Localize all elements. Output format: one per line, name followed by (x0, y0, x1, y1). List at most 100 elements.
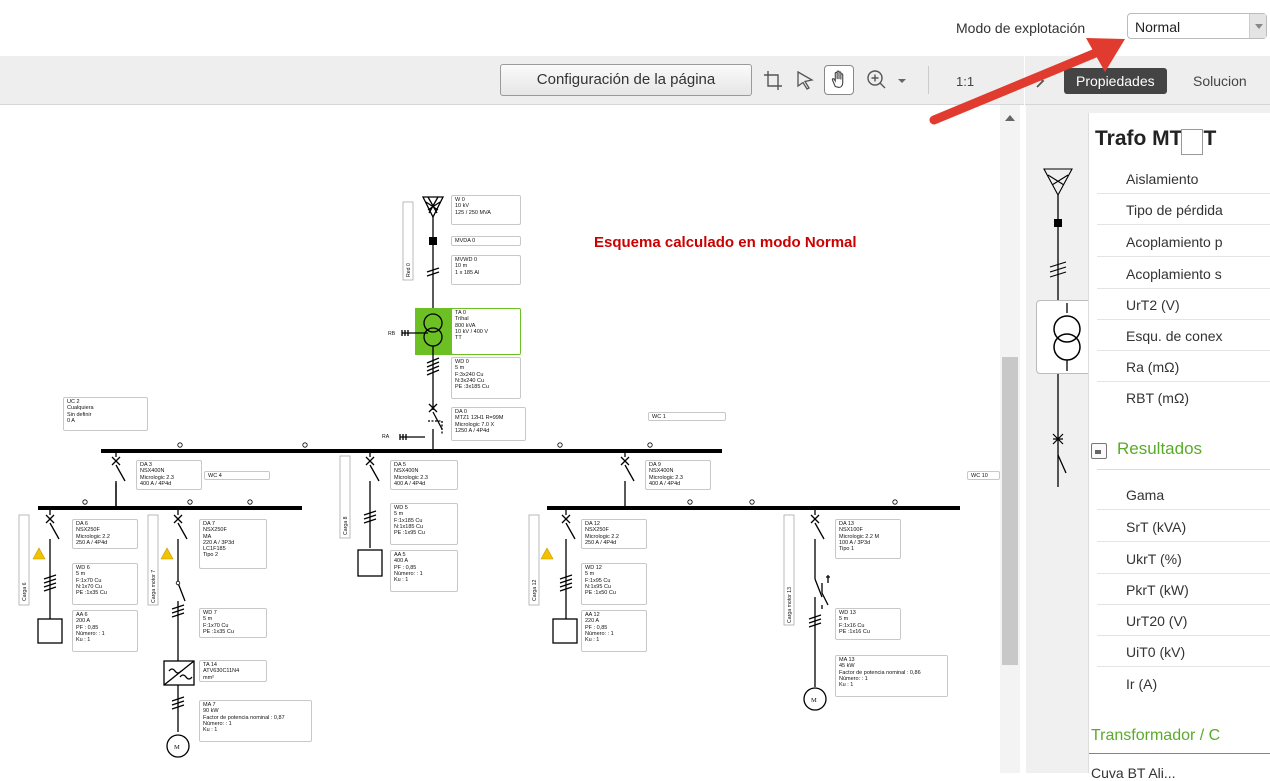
select-pointer-icon[interactable] (790, 65, 820, 95)
warning-icon[interactable] (160, 547, 174, 560)
label-wc1[interactable]: WC 1 (648, 412, 726, 421)
chevron-down-icon[interactable] (1249, 14, 1266, 38)
label-da12[interactable]: DA 12 NSX250F Micrologic 2.2 250 A / 4P4d (581, 519, 647, 549)
load-aa5-icon[interactable] (357, 549, 383, 577)
label-line: WC 4 (208, 473, 222, 479)
label-line: Ku : 1 (76, 637, 91, 644)
label-wd6[interactable]: WD 65 m F:1x70 Cu N:1x70 Cu PE :1x35 Cu (72, 563, 138, 605)
label-line: Ku : 1 (585, 637, 600, 644)
label-line: 400 A / 4P4d (394, 480, 426, 487)
section-transformador[interactable]: Transformador / C (1091, 727, 1220, 745)
grid-source-icon[interactable] (421, 196, 445, 219)
result-ir: Ir (A) (1126, 676, 1158, 692)
schematic-canvas[interactable]: .ln{stroke:#000;stroke-width:1.3;fill:no… (0, 105, 1000, 773)
prop-acoplamiento-p: Acoplamiento p (1126, 234, 1223, 250)
label-line: 1 x 185 Al (455, 269, 480, 276)
label-wd5[interactable]: WD 55 m F:1x185 Cu N:1x185 Cu PE :1x95 Cu (390, 503, 458, 545)
motor-ma7-label: M (174, 744, 180, 751)
feeder-da9-breaker-icon[interactable] (620, 451, 635, 508)
label-line: PE :1x35 Cu (76, 590, 107, 597)
result-pkrt: PkrT (kW) (1126, 582, 1189, 598)
ra-label: RA (382, 434, 390, 440)
label-line: TT (455, 335, 462, 342)
label-ta14[interactable]: TA 14 ATV630C11N4 mm² (199, 660, 267, 682)
zoom-menu-chevron-icon[interactable] (894, 65, 910, 95)
load-aa12-icon[interactable] (552, 618, 578, 644)
annotation-arrow-icon (929, 38, 1125, 125)
carga6-label: Carga 6 (22, 582, 28, 601)
section-cuva-bt[interactable]: Cuva BT Ali... (1091, 765, 1176, 781)
mode-message: Esquema calculado en modo Normal (594, 234, 857, 251)
label-da6[interactable]: DA 6 NSX250F Micrologic 2.2 250 A / 4P4d (72, 519, 138, 549)
label-uc2[interactable]: UC 2 Cualquiera Sin definir 0 A (63, 397, 148, 431)
prop-urt2: UrT2 (V) (1126, 297, 1180, 313)
cargamotor13-label: Carga motor 13 (787, 587, 793, 623)
operation-mode-value: Normal (1135, 19, 1181, 35)
title-input[interactable] (1181, 129, 1203, 155)
label-da5[interactable]: DA 5 NSX400N Micrologic 2.3 400 A / 4P4d (390, 460, 458, 490)
label-ta0[interactable]: TA 0 Trihal 800 kVA 10 kV / 400 V TT (451, 308, 521, 355)
label-line: Ku : 1 (394, 577, 409, 584)
result-ukrt: UkrT (%) (1126, 551, 1182, 567)
label-wd13[interactable]: WD 13 5 m F:1x16 Cu PE :1x16 Cu (835, 608, 901, 640)
label-line: mm² (203, 674, 214, 681)
label-da13[interactable]: DA 13 NSX100F Micrologic 2.2 M 100 A / 3P3d… (835, 519, 901, 559)
scrollbar-thumb[interactable] (1002, 357, 1018, 665)
lock-icon[interactable] (1091, 443, 1107, 459)
carga12-label: Carga 12 (532, 580, 538, 601)
carga8-label: Carga 8 (343, 516, 349, 535)
label-line: PE :1x16 Cu (839, 628, 870, 635)
label-aa12[interactable]: AA 12 220 A PF : 0,85 Número: : 1 Ku : 1 (581, 610, 647, 652)
load-aa6-icon[interactable] (37, 618, 63, 644)
label-wc4[interactable]: WC 4 (204, 471, 270, 480)
result-urt20: UrT20 (V) (1126, 613, 1188, 629)
diagram-toolbar: Configuración de la página 1:1 (0, 56, 1024, 105)
label-line: 250 A / 4P4d (76, 539, 108, 546)
label-ma7[interactable]: MA 7 90 kW Factor de potencia nominal : 0,… (199, 700, 312, 742)
feeder-da6-breaker-icon[interactable] (45, 508, 60, 619)
feeder-da3-breaker-icon[interactable] (111, 451, 126, 508)
label-da9[interactable]: DA 9 NSX400N Micrologic 2.3 400 A / 4P4d (645, 460, 711, 490)
result-uit0: UiT0 (kV) (1126, 644, 1186, 660)
prop-aislamiento: Aislamiento (1126, 171, 1199, 187)
motor-ma13-label: M (811, 697, 817, 704)
warning-icon[interactable] (540, 547, 554, 560)
label-ma13[interactable]: MA 13 45 kW Factor de potencia nominal : 0… (835, 655, 948, 697)
section-divider (1089, 753, 1270, 754)
label-da7[interactable]: DA 7 NSX250F MA 220 A / 3P3d LC1F185 Tipo 2 (199, 519, 267, 569)
label-mvwd0[interactable]: MVWD 0 10 m1 x 185 Al (451, 255, 521, 285)
prop-acoplamiento-s: Acoplamiento s (1126, 266, 1222, 282)
operation-mode-select[interactable]: Normal (1127, 13, 1267, 39)
label-wd0[interactable]: WD 05 m F:3x240 Cu N:3x240 Cu PE :3x185 Cu (451, 357, 521, 399)
label-line: 400 A / 4P4d (140, 480, 172, 487)
label-mvda0[interactable]: MVDA 0 (451, 236, 521, 246)
page-config-button[interactable]: Configuración de la página (500, 64, 752, 96)
label-line: 250 A / 4P4d (585, 539, 617, 546)
label-aa5[interactable]: AA 5 400 A PF : 0,85 Número: : 1 Ku : 1 (390, 550, 458, 592)
feeder-da5-breaker-icon[interactable] (365, 451, 380, 548)
label-wd12[interactable]: WD 12 5 m F:1x95 Cu N:1x95 Cu PE :1x50 Cu (581, 563, 647, 605)
label-line: 125 / 250 MVA (455, 209, 491, 216)
label-aa6[interactable]: AA 6 200 A PF : 0,85 Número: : 1 Ku : 1 (72, 610, 138, 652)
canvas-scrollbar[interactable] (1000, 105, 1020, 773)
zoom-in-icon[interactable] (862, 65, 892, 95)
feeder-da7-breaker-icon[interactable] (173, 508, 188, 661)
label-line: WC 1 (652, 414, 666, 420)
pan-hand-icon[interactable] (824, 65, 854, 95)
crop-icon[interactable] (758, 65, 788, 95)
label-line: Tipo 2 (203, 552, 219, 559)
properties-panel: Trafo MT/BT Aislamiento Tipo de pérdida … (1026, 105, 1270, 781)
mv-breaker-icon[interactable] (429, 237, 437, 245)
feeder-da13-breaker-icon[interactable] (810, 508, 825, 687)
label-da3[interactable]: DA 3 NSX400N Micrologic 2.3 400 A / 4P4d (136, 460, 202, 490)
label-da0[interactable]: DA 0 MTZ1 12H1 R=99M Micrologic 7.0 X 1250 … (451, 407, 526, 441)
feeder-da12-breaker-icon[interactable] (561, 508, 576, 619)
warning-icon[interactable] (32, 547, 46, 560)
label-line: MVDA 0 (455, 238, 476, 244)
label-line: Tipo 1 (839, 546, 855, 553)
label-w0[interactable]: W 0 10 kV 125 / 250 MVA (451, 195, 521, 225)
label-wd7[interactable]: WD 75 m F:1x70 Cu PE :1x35 Cu (199, 608, 267, 638)
label-wc10[interactable]: WC 10 (967, 471, 1000, 480)
results-heading[interactable]: Resultados (1117, 439, 1202, 459)
tab-solutions[interactable]: Solucion (1181, 68, 1259, 94)
